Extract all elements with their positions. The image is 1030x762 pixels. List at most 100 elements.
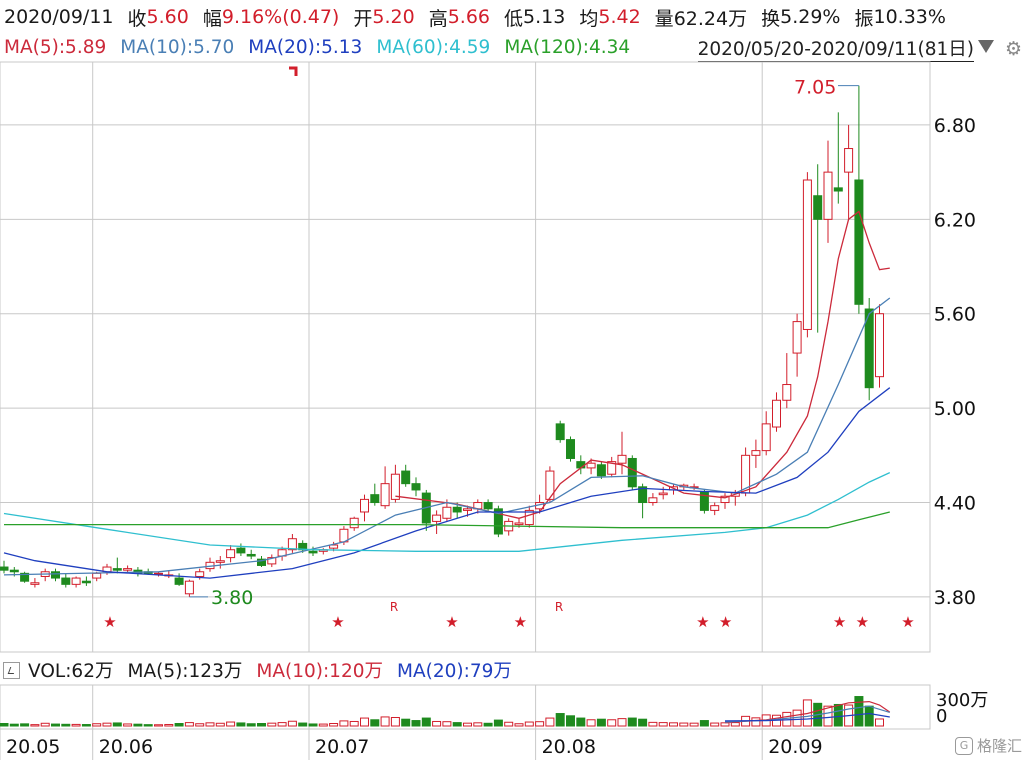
volume-bar (20, 723, 30, 727)
volume-bar (514, 723, 524, 727)
volume-bar (215, 722, 225, 727)
volume-bar (463, 722, 472, 727)
volume-bar (669, 722, 678, 727)
candle-body (112, 568, 122, 571)
x-tick-label: 20.06 (99, 736, 153, 758)
candle-body (9, 569, 19, 573)
volume-bar (833, 703, 843, 727)
volume-bar (349, 720, 359, 727)
r-marker-icon: R (555, 600, 563, 614)
y-tick-label: 6.80 (934, 115, 976, 137)
volume-bar (524, 721, 534, 727)
volume-bar (184, 722, 194, 727)
volume-bar (504, 721, 514, 727)
volume-bar (195, 723, 205, 727)
volume-bar (689, 722, 699, 727)
candle-body (617, 454, 627, 464)
volume-bar (61, 723, 71, 727)
volume-bar (277, 722, 287, 727)
volume-bar (71, 723, 81, 727)
candle-body (226, 549, 236, 559)
star-marker-icon: ★ (719, 613, 732, 631)
candle-body (51, 571, 60, 579)
candle-body (833, 187, 843, 192)
volume-bar (586, 719, 596, 727)
candle-body (751, 450, 761, 456)
candle-body (772, 399, 781, 428)
candle-body (390, 473, 400, 500)
volume-bars (0, 696, 884, 727)
y-tick-label: 4.40 (934, 493, 976, 515)
star-marker-icon: ★ (856, 613, 869, 631)
volume-bar (30, 724, 40, 727)
candle-body (658, 492, 668, 496)
volume-bar (143, 724, 153, 727)
candle-body (813, 195, 823, 220)
volume-bar (658, 722, 668, 727)
candle-body (92, 572, 102, 579)
volume-bar (854, 696, 864, 727)
volume-bar (483, 722, 493, 727)
volume-bar (432, 720, 442, 727)
candle-body (30, 582, 40, 585)
candle-body (514, 522, 524, 526)
y-tick-label: 5.60 (934, 304, 976, 326)
volume-bar (318, 723, 328, 727)
volume-bar (875, 718, 884, 727)
star-marker-icon: ★ (331, 613, 344, 631)
candle-body (0, 566, 9, 571)
volume-bar (81, 724, 91, 727)
candle-body (802, 179, 812, 330)
volume-bar (627, 717, 637, 727)
volume-bar (267, 722, 277, 727)
candle-body (761, 423, 771, 452)
candle-body (370, 494, 380, 504)
candle-body (81, 580, 91, 584)
candlesticks (0, 85, 884, 597)
candle-body (483, 502, 493, 510)
volume-bar (164, 724, 174, 727)
volume-bar (411, 720, 421, 727)
volume-bar (112, 722, 122, 727)
volume-bar (638, 718, 648, 727)
volume-bar (298, 722, 308, 727)
candle-body (61, 577, 71, 585)
candle-body (184, 580, 194, 595)
x-tick-label: 20.08 (542, 736, 596, 758)
volume-bar (535, 721, 545, 727)
x-tick-label: 20.09 (768, 736, 822, 758)
candle-body (627, 457, 637, 488)
candle-body (699, 491, 709, 511)
candle-body (123, 568, 133, 571)
volume-bar (329, 723, 339, 727)
high-annotation-label: 7.05 (794, 77, 836, 99)
star-marker-icon: ★ (514, 613, 527, 631)
candle-body (854, 179, 864, 305)
y-tick-label: 5.00 (934, 398, 976, 420)
candle-body (576, 461, 586, 469)
kline-chart[interactable]: ★★★★★★★★★★★RR 6.806.205.605.004.403.8020… (0, 0, 1030, 762)
volume-bar (339, 720, 349, 727)
candle-body (710, 505, 720, 511)
volume-bar (370, 719, 380, 727)
volume-bar (40, 722, 50, 727)
candle-body (823, 171, 833, 220)
volume-bar (308, 723, 318, 727)
volume-bar (751, 717, 761, 727)
candle-body (308, 550, 318, 554)
volume-bar (720, 722, 730, 727)
volume-bar (607, 719, 617, 727)
candle-body (432, 514, 442, 522)
volume-bar (360, 717, 369, 727)
volume-bar (576, 717, 586, 727)
volume-bar (730, 722, 740, 727)
volume-bar (493, 719, 503, 727)
volume-bar (236, 722, 246, 727)
volume-bar (154, 724, 163, 727)
volume-bar (51, 723, 60, 727)
volume-bar (864, 705, 874, 727)
candle-body (452, 506, 462, 513)
candle-body (401, 470, 411, 485)
top-marker-icon (289, 66, 298, 76)
volume-bar (699, 720, 709, 727)
